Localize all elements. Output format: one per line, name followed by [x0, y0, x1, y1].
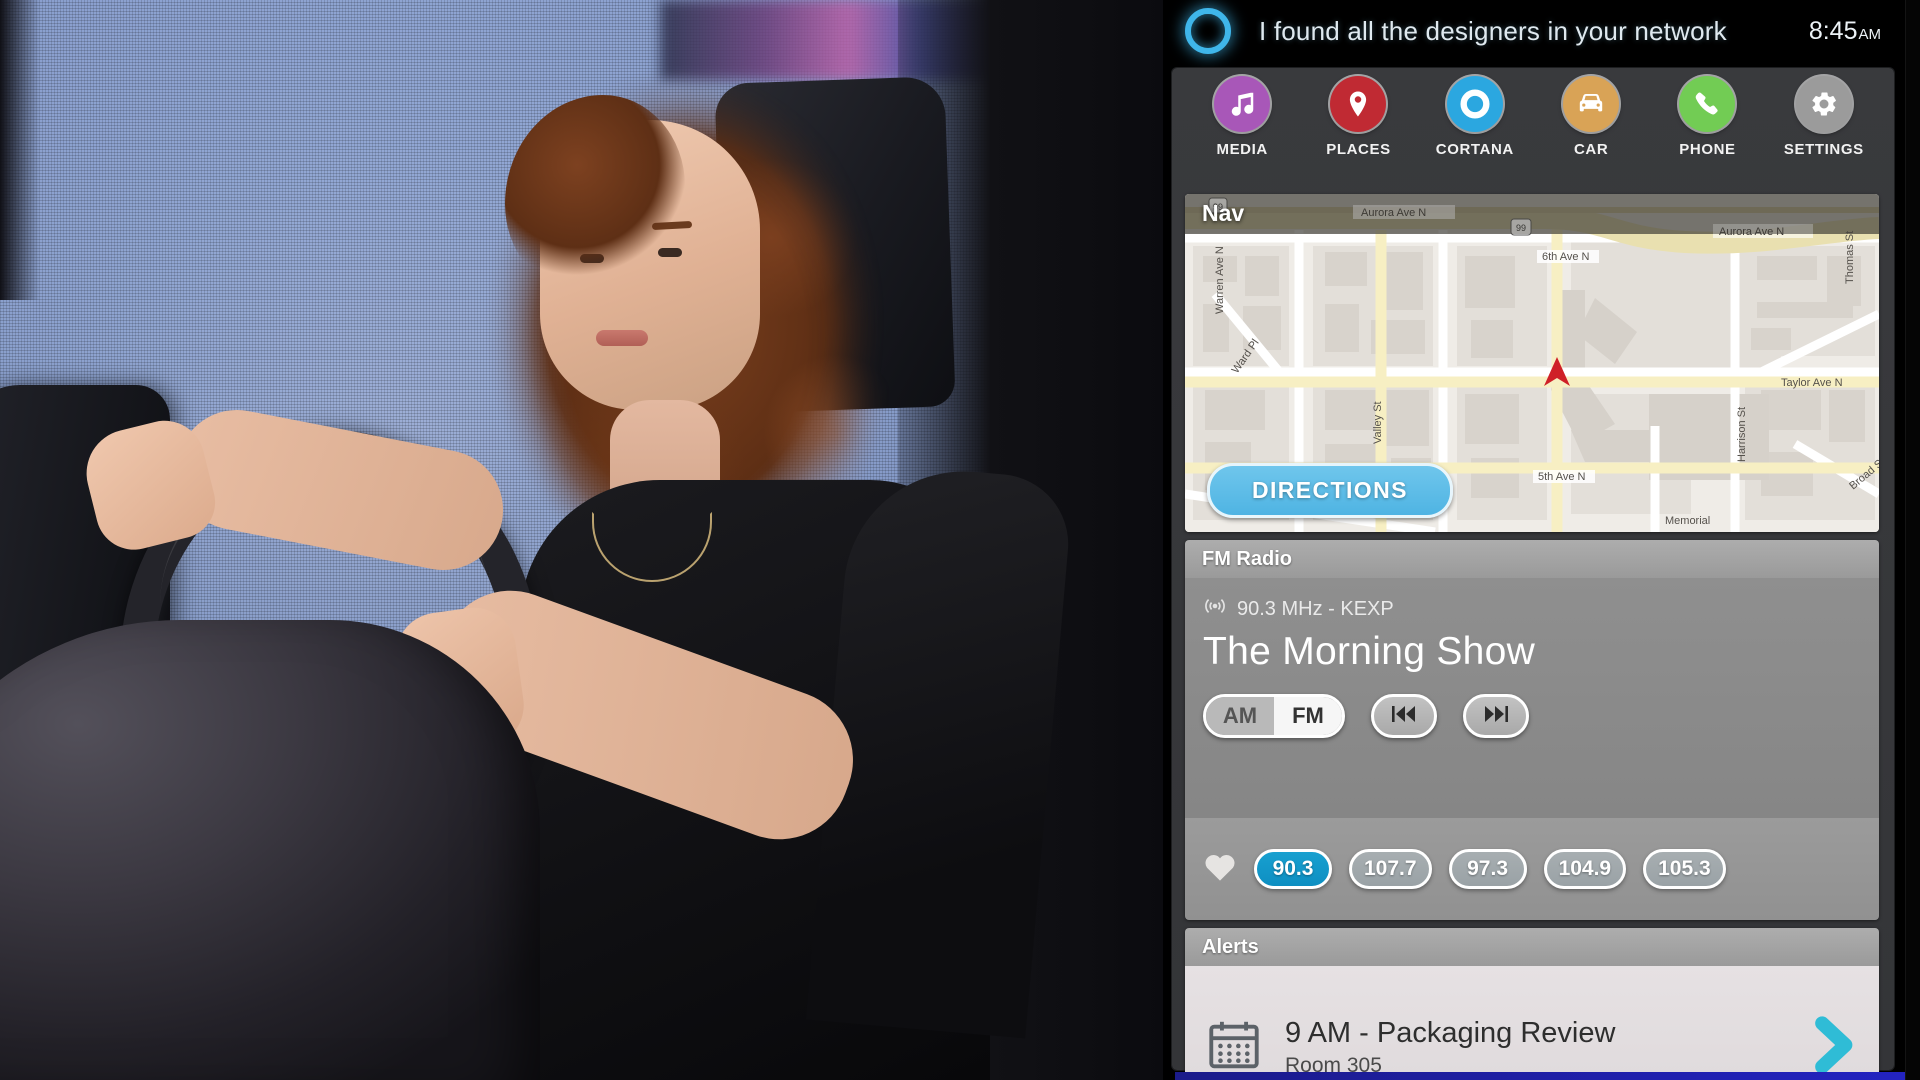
svg-text:Harrison St: Harrison St: [1736, 407, 1748, 462]
frequency-text: 90.3 MHz - KEXP: [1237, 597, 1394, 620]
app-label: CORTANA: [1435, 141, 1514, 158]
app-shortcut-media[interactable]: MEDIA: [1194, 76, 1290, 158]
preset-button[interactable]: 104.9: [1543, 849, 1627, 889]
nav-card-title: Nav: [1202, 200, 1245, 226]
car-dashboard: [0, 620, 540, 1080]
preset-strip: 90.3 107.7 97.3 104.9 105.3: [1185, 818, 1879, 920]
console-body: MEDIA PLACES CORTANA CAR PHONE SETTINGS …: [1172, 68, 1894, 1080]
svg-text:6th Ave N: 6th Ave N: [1542, 251, 1590, 263]
alerts-header: Alerts: [1185, 928, 1879, 966]
app-shortcut-places[interactable]: PLACES: [1310, 76, 1406, 158]
music-note-icon: [1214, 76, 1271, 132]
svg-text:5th Ave N: 5th Ave N: [1538, 471, 1586, 483]
car-icon: [1563, 76, 1620, 132]
frequency-line: 90.3 MHz - KEXP: [1203, 594, 1861, 624]
svg-text:Thomas St: Thomas St: [1844, 231, 1856, 284]
app-shortcut-cortana[interactable]: CORTANA: [1427, 76, 1523, 158]
next-station-button[interactable]: [1463, 694, 1529, 738]
map-top-shade: [1185, 194, 1879, 234]
station-title: The Morning Show: [1203, 630, 1536, 673]
alerts-card: Alerts 9 AM - Packaging Review Room 305: [1185, 928, 1879, 1080]
app-label: PLACES: [1326, 141, 1391, 158]
fm-radio-header: FM Radio: [1185, 540, 1879, 578]
band-option-fm[interactable]: FM: [1274, 697, 1342, 735]
radio-waves-icon: [1203, 594, 1227, 624]
calendar-icon: [1205, 1016, 1263, 1079]
svg-text:Valley St: Valley St: [1372, 401, 1384, 444]
car-console-screen: I found all the designers in your networ…: [1163, 0, 1905, 1080]
svg-text:Warren Ave N: Warren Ave N: [1214, 246, 1226, 314]
preset-button[interactable]: 90.3: [1254, 849, 1332, 889]
directions-button[interactable]: DIRECTIONS: [1207, 463, 1453, 518]
chevron-right-icon[interactable]: [1807, 1014, 1859, 1080]
cortana-ring-icon[interactable]: [1185, 8, 1231, 54]
stage-video-pane: [0, 0, 1163, 1080]
skip-back-icon: [1391, 704, 1417, 729]
app-shortcut-settings[interactable]: SETTINGS: [1776, 76, 1872, 158]
clock-period: AM: [1858, 25, 1882, 43]
screen-bezel-bottom-glow: [1175, 1072, 1905, 1080]
svg-text:Memorial: Memorial: [1665, 515, 1710, 527]
radio-controls: AM FM: [1203, 694, 1861, 738]
previous-station-button[interactable]: [1371, 694, 1437, 738]
skip-forward-icon: [1483, 704, 1509, 729]
app-label: PHONE: [1679, 141, 1736, 158]
map-pin-icon: [1330, 76, 1387, 132]
nav-card[interactable]: Aurora Ave N Aurora Ave N 6th Ave N 5th …: [1185, 194, 1879, 532]
person-lips: [596, 330, 648, 346]
app-shortcut-car[interactable]: CAR: [1543, 76, 1639, 158]
band-toggle[interactable]: AM FM: [1203, 694, 1345, 738]
fm-radio-body: 90.3 MHz - KEXP The Morning Show AM FM: [1185, 578, 1879, 818]
assistant-status-bar: I found all the designers in your networ…: [1163, 0, 1905, 62]
svg-text:Taylor Ave N: Taylor Ave N: [1781, 377, 1843, 389]
app-label: CAR: [1573, 141, 1609, 158]
gear-icon: [1795, 76, 1852, 132]
screen-bezel-right: [1905, 0, 1920, 1080]
preset-button[interactable]: 97.3: [1448, 849, 1527, 889]
preset-button[interactable]: 107.7: [1349, 849, 1432, 889]
preset-button[interactable]: 105.3: [1643, 849, 1726, 889]
clock-time: 8:45: [1808, 16, 1858, 45]
app-label: MEDIA: [1216, 141, 1268, 158]
alert-item[interactable]: 9 AM - Packaging Review Room 305: [1185, 966, 1879, 1080]
clock: 8:45AM: [1809, 17, 1881, 46]
phone-handset-icon: [1679, 76, 1736, 132]
alert-texts: 9 AM - Packaging Review Room 305: [1285, 1017, 1807, 1078]
fm-radio-card: FM Radio 90.3 MHz - KEXP The Morning Sho…: [1185, 540, 1879, 920]
app-label: SETTINGS: [1783, 141, 1864, 158]
alert-title: 9 AM - Packaging Review: [1285, 1016, 1616, 1049]
heart-icon[interactable]: [1203, 851, 1237, 887]
cortana-ring-icon: [1446, 76, 1503, 132]
stage-left-shadow: [0, 0, 40, 300]
screen: I found all the designers in your networ…: [0, 0, 1920, 1080]
app-shortcut-row: MEDIA PLACES CORTANA CAR PHONE SETTINGS: [1172, 76, 1894, 186]
band-option-am[interactable]: AM: [1206, 697, 1274, 735]
assistant-message: I found all the designers in your networ…: [1259, 15, 1727, 46]
app-shortcut-phone[interactable]: PHONE: [1659, 76, 1755, 158]
